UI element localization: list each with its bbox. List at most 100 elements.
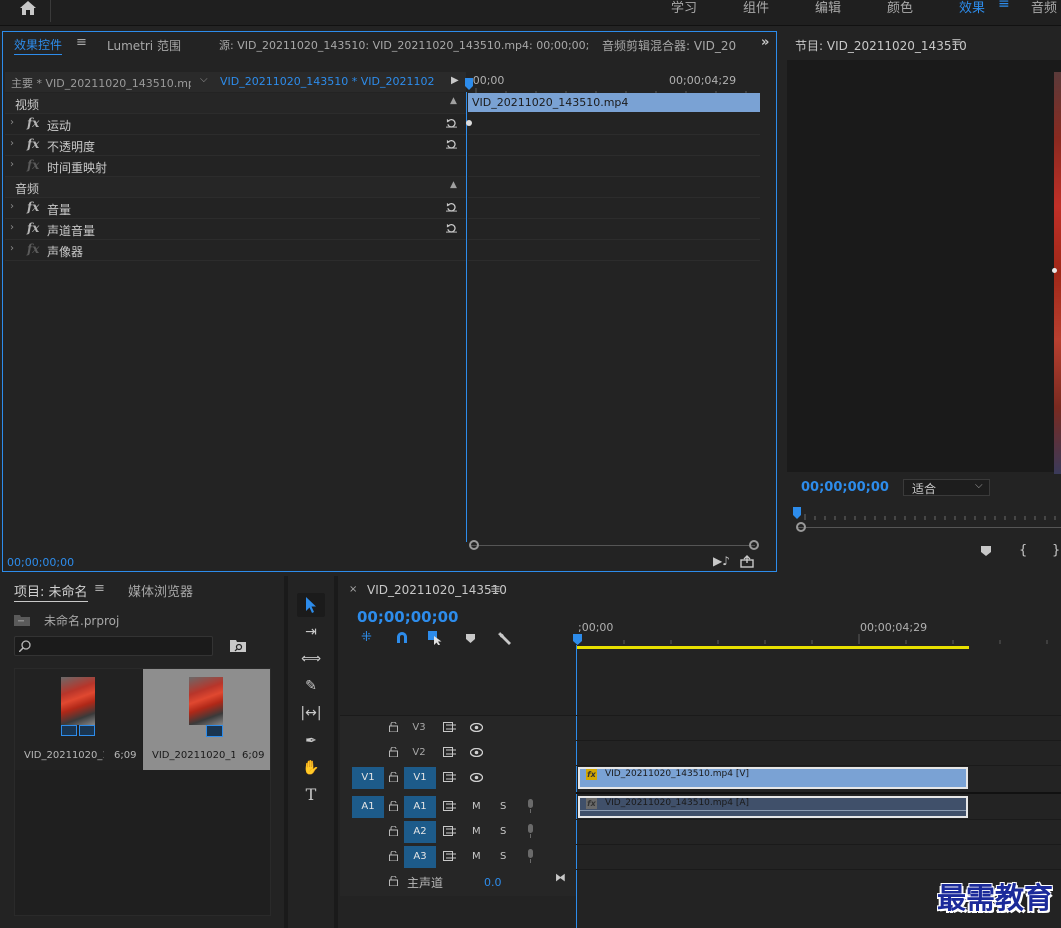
track-target-a1[interactable]: A1 [404, 796, 436, 818]
reset-volume-icon[interactable] [446, 201, 457, 212]
master-clip-label[interactable]: 主要 * VID_20211020_143510.mp4 [11, 75, 191, 91]
expand-time-remap-icon[interactable]: › [10, 159, 14, 170]
more-tabs-icon[interactable]: » [761, 35, 769, 50]
timeline-timecode[interactable]: 00;00;00;00 [357, 608, 459, 626]
new-search-bin-icon[interactable] [230, 639, 246, 652]
sequence-tab[interactable]: VID_20211020_143510 [367, 583, 507, 597]
expand-volume-icon[interactable]: › [10, 201, 14, 212]
snap-magnet-icon[interactable] [395, 631, 409, 644]
reset-opacity-icon[interactable] [446, 138, 457, 149]
project-search-input[interactable] [14, 636, 213, 656]
fx-volume-icon[interactable]: fx [27, 200, 39, 214]
workspace-tab-learn[interactable]: 学习 [671, 0, 697, 16]
timeline-menu-icon[interactable]: ≡ [490, 582, 501, 597]
fx-channel-volume-icon[interactable]: fx [27, 221, 39, 235]
mute-button[interactable]: M [472, 826, 481, 837]
lock-icon[interactable] [389, 722, 398, 732]
effect-zoom-scrollbar[interactable] [470, 545, 755, 546]
collapse-audio-icon[interactable]: ▲ [450, 180, 457, 190]
track-target-a3[interactable]: A3 [404, 846, 436, 868]
track-target-a2[interactable]: A2 [404, 821, 436, 843]
workspace-tab-editing[interactable]: 编辑 [815, 0, 841, 16]
panel-menu-icon[interactable]: ≡ [76, 35, 87, 50]
play-audio-icon[interactable]: ▶♪ [713, 554, 730, 568]
add-marker-icon[interactable] [466, 634, 475, 643]
chevron-down-icon[interactable]: ⌵ [200, 74, 208, 85]
solo-button[interactable]: S [500, 826, 506, 837]
workspace-tab-color[interactable]: 颜色 [887, 0, 913, 16]
expand-opacity-icon[interactable]: › [10, 138, 14, 149]
toggle-sync-lock-icon[interactable] [443, 826, 456, 836]
transform-handle[interactable] [1052, 268, 1057, 273]
toggle-track-output-eye-icon[interactable] [470, 773, 483, 782]
mark-out-icon[interactable]: } [1052, 543, 1060, 558]
toggle-track-output-eye-icon[interactable] [470, 723, 483, 732]
program-ruler[interactable] [793, 508, 1061, 522]
tab-effect-controls[interactable]: 效果控件 [14, 36, 63, 55]
voiceover-mic-icon[interactable] [526, 824, 535, 838]
nest-sequence-icon[interactable]: ⁜ [361, 630, 372, 645]
lock-icon[interactable] [389, 851, 398, 861]
program-video-area[interactable] [787, 60, 1061, 472]
tab-audio-clip-mixer[interactable]: 音频剪辑混合器: VID_20 [602, 37, 740, 54]
track-select-tool-icon[interactable]: ⇥ [300, 621, 322, 643]
effect-timecode[interactable]: 00;00;00;00 [7, 556, 74, 569]
program-timecode[interactable]: 00;00;00;00 [801, 480, 889, 495]
linked-selection-icon[interactable] [428, 631, 443, 645]
expand-motion-icon[interactable]: › [10, 117, 14, 128]
razor-tool-icon[interactable]: ✎ [300, 675, 322, 697]
source-patch-a1[interactable]: A1 [352, 796, 384, 818]
track-target-v1[interactable]: V1 [404, 767, 436, 789]
voiceover-mic-icon[interactable] [526, 849, 535, 863]
expand-channel-volume-icon[interactable]: › [10, 222, 14, 233]
mute-button[interactable]: M [472, 801, 481, 812]
workspace-menu-icon[interactable]: ≡ [998, 0, 1010, 12]
zoom-handle-right[interactable] [749, 540, 759, 550]
pen-tool-icon[interactable]: ✒ [300, 730, 322, 752]
expand-panner-icon[interactable]: › [10, 243, 14, 254]
ripple-edit-tool-icon[interactable]: ⟺ [300, 648, 322, 670]
program-monitor-title[interactable]: 节目: VID_20211020_143510 [795, 37, 967, 54]
keyframe-dot[interactable] [466, 120, 472, 126]
toggle-sync-lock-icon[interactable] [443, 851, 456, 861]
workspace-tab-audio[interactable]: 音频 [1031, 0, 1057, 16]
tab-lumetri-scopes[interactable]: Lumetri 范围 [107, 37, 181, 54]
hand-tool-icon[interactable]: ✋ [300, 757, 322, 779]
play-only-icon[interactable]: ▶ [451, 75, 459, 86]
collapse-expand-icon[interactable]: ⧓ [555, 871, 566, 884]
workspace-tab-assembly[interactable]: 组件 [743, 0, 769, 16]
tab-media-browser[interactable]: 媒体浏览器 [128, 581, 193, 600]
solo-button[interactable]: S [500, 851, 506, 862]
home-icon[interactable] [18, 0, 38, 16]
zoom-handle-left[interactable] [469, 540, 479, 550]
work-area-bar[interactable] [577, 646, 969, 649]
mark-in-icon[interactable]: { [1019, 543, 1027, 558]
timeline-settings-wrench-icon[interactable] [497, 631, 511, 645]
toggle-sync-lock-icon[interactable] [443, 801, 456, 811]
program-menu-icon[interactable]: ≡ [951, 35, 962, 50]
export-icon[interactable] [740, 555, 754, 568]
project-menu-icon[interactable]: ≡ [94, 581, 105, 596]
track-name-v3[interactable]: V3 [408, 722, 430, 733]
playhead-icon[interactable] [465, 78, 473, 92]
mute-button[interactable]: M [472, 851, 481, 862]
solo-button[interactable]: S [500, 801, 506, 812]
program-zoom-bar[interactable] [797, 527, 1061, 528]
type-tool-icon[interactable]: T [300, 784, 322, 806]
toggle-sync-lock-icon[interactable] [443, 747, 456, 757]
selection-tool-icon[interactable] [305, 597, 317, 613]
voiceover-mic-icon[interactable] [526, 799, 535, 813]
lock-icon[interactable] [389, 876, 398, 886]
tab-source-monitor[interactable]: 源: VID_20211020_143510: VID_20211020_143… [219, 37, 589, 53]
toggle-track-output-eye-icon[interactable] [470, 748, 483, 757]
fx-opacity-icon[interactable]: fx [27, 137, 39, 151]
toggle-sync-lock-icon[interactable] [443, 772, 456, 782]
lock-icon[interactable] [389, 747, 398, 757]
lock-icon[interactable] [389, 772, 398, 782]
reset-channel-volume-icon[interactable] [446, 222, 457, 233]
sequence-clip-label[interactable]: VID_20211020_143510 * VID_20211020_... [220, 75, 435, 88]
timeline-ruler[interactable] [576, 632, 1061, 646]
tab-project[interactable]: 项目: 未命名 [14, 581, 88, 602]
workspace-tab-effects[interactable]: 效果 [959, 0, 985, 16]
program-zoom-handle[interactable] [796, 522, 806, 532]
